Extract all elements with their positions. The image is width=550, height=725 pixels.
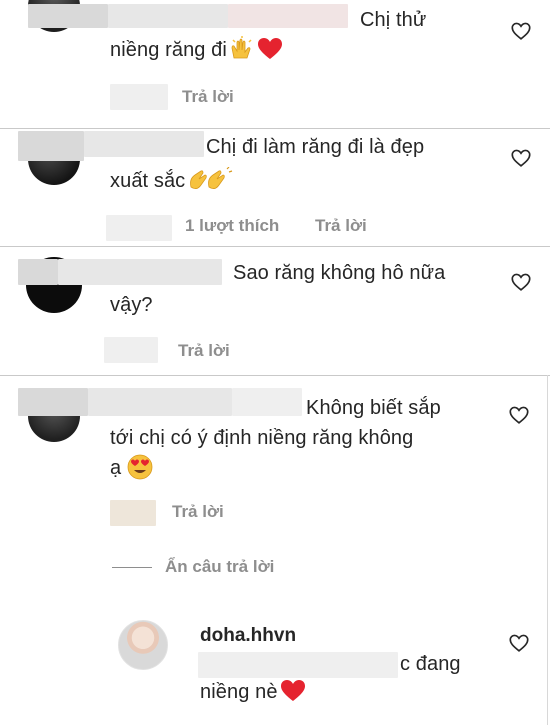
comment-text: niềng răng đi — [110, 39, 227, 61]
redacted-username — [18, 388, 88, 416]
redacted-username — [18, 131, 84, 161]
comment-text-line-1: Sao răng không hô nữa — [233, 262, 446, 284]
like-heart-icon[interactable] — [508, 404, 530, 426]
comment-text-line-2: xuất sắc — [110, 165, 233, 197]
redacted-timestamp — [110, 84, 168, 110]
redacted-timestamp — [104, 337, 158, 363]
redacted-username — [18, 259, 58, 285]
reply-link[interactable]: Trả lời — [182, 87, 234, 107]
reply-text-line-1: c đang — [400, 653, 461, 675]
red-heart-icon — [280, 678, 306, 704]
raising-hands-icon — [229, 35, 255, 62]
reply-avatar[interactable] — [118, 620, 168, 670]
redacted-reply-text — [198, 652, 398, 678]
comment-text-line-1: Không biết sắp — [306, 397, 441, 419]
comment-text-line-2: vậy? — [110, 294, 153, 316]
like-heart-icon[interactable] — [510, 147, 532, 169]
comment-1: Chị thử niềng răng đi Trả lời — [0, 0, 550, 128]
redacted-username — [88, 388, 232, 416]
red-heart-icon — [257, 36, 283, 62]
comment-text: ạ — [110, 457, 122, 479]
like-heart-icon[interactable] — [510, 271, 532, 293]
redacted-username — [28, 4, 108, 28]
hide-replies-line — [112, 567, 152, 568]
scrollbar-track[interactable] — [547, 375, 548, 725]
comment-text-line-1: Chị thử — [360, 9, 427, 31]
comment-text-line-3: ạ — [110, 452, 153, 484]
redacted-timestamp — [106, 215, 172, 241]
redacted-username — [228, 4, 348, 28]
redacted-username — [84, 131, 204, 157]
reply-link[interactable]: Trả lời — [172, 502, 224, 522]
heart-eyes-icon — [127, 454, 153, 480]
redacted-username — [58, 259, 222, 285]
comment-text-line-2: niềng răng đi — [110, 34, 283, 66]
redacted-username — [108, 4, 228, 28]
like-heart-icon[interactable] — [510, 20, 532, 42]
comment-2: Chị đi làm răng đi là đẹp xuất sắc 1 lượ… — [0, 129, 550, 246]
reply-link[interactable]: Trả lời — [315, 216, 367, 236]
hide-replies-button[interactable]: Ẩn câu trả lời — [165, 557, 274, 577]
reply-username[interactable]: doha.hhvn — [200, 625, 296, 647]
reply-text-line-2: niềng nè — [200, 676, 306, 708]
like-count[interactable]: 1 lượt thích — [185, 216, 279, 236]
comment-text-line-1: Chị đi làm răng đi là đẹp — [206, 136, 425, 158]
reply-text: niềng nè — [200, 681, 278, 703]
comment-3: Sao răng không hô nữa vậy? Trả lời — [0, 247, 550, 375]
reply-link[interactable]: Trả lời — [178, 341, 230, 361]
like-heart-icon[interactable] — [508, 632, 530, 654]
redacted-username — [232, 388, 302, 416]
comment-text: xuất sắc — [110, 170, 186, 192]
comment-text-line-2: tới chị có ý định niềng răng không — [110, 427, 414, 449]
clapping-hands-icon — [187, 166, 233, 193]
redacted-timestamp — [110, 500, 156, 526]
